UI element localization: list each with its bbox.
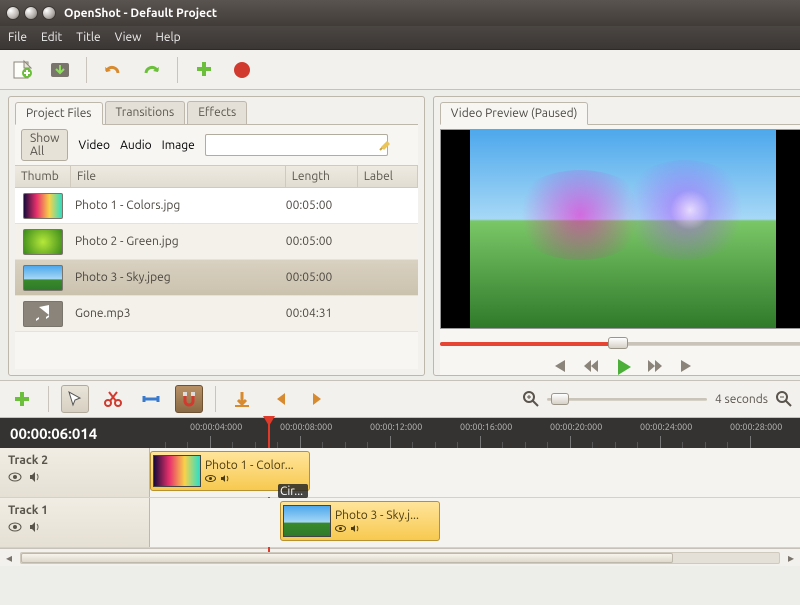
menu-title[interactable]: Title bbox=[76, 31, 100, 44]
prev-marker-button[interactable] bbox=[266, 385, 294, 413]
tab-project-files[interactable]: Project Files bbox=[15, 102, 103, 125]
menubar: File Edit Title View Help bbox=[0, 26, 800, 50]
speaker-icon[interactable] bbox=[28, 521, 42, 533]
speaker-icon bbox=[350, 524, 361, 533]
timeline-clip[interactable]: Photo 3 - Sky.j... bbox=[280, 501, 440, 541]
scroll-left-icon[interactable]: ◂ bbox=[0, 551, 18, 565]
tab-video-preview[interactable]: Video Preview (Paused) bbox=[440, 102, 589, 125]
track-header[interactable]: Track 1 bbox=[0, 498, 150, 547]
main-toolbar bbox=[0, 50, 800, 90]
file-row[interactable]: Photo 1 - Colors.jpg00:05:00 bbox=[15, 188, 418, 224]
seek-forward-icon[interactable] bbox=[646, 357, 664, 375]
filter-video[interactable]: Video bbox=[78, 139, 110, 152]
window-close-button[interactable] bbox=[6, 6, 20, 20]
menu-file[interactable]: File bbox=[8, 31, 27, 44]
preview-seek-slider[interactable] bbox=[440, 337, 800, 349]
resize-tool-button[interactable] bbox=[137, 385, 165, 413]
project-files-panel: Project Files Transitions Effects Show A… bbox=[8, 96, 425, 376]
add-track-button[interactable] bbox=[8, 385, 36, 413]
clear-filter-icon[interactable] bbox=[378, 138, 392, 152]
track-row: Track 1 Photo 3 - Sky.j... bbox=[0, 498, 800, 548]
play-icon[interactable] bbox=[614, 357, 632, 375]
seek-back-icon[interactable] bbox=[582, 357, 600, 375]
eye-icon bbox=[205, 474, 216, 483]
timeline-toolbar: 4 seconds bbox=[0, 380, 800, 418]
add-marker-button[interactable] bbox=[228, 385, 256, 413]
menu-edit[interactable]: Edit bbox=[41, 31, 62, 44]
tab-transitions[interactable]: Transitions bbox=[105, 101, 186, 124]
redo-button[interactable] bbox=[137, 56, 165, 84]
file-row-selected[interactable]: Photo 3 - Sky.jpeg00:05:00 bbox=[15, 260, 418, 296]
track-row: Track 2 Photo 1 - Color... bbox=[0, 448, 800, 498]
window-title: OpenShot - Default Project bbox=[64, 7, 217, 20]
video-preview-panel: Video Preview (Paused) bbox=[433, 96, 800, 376]
col-label[interactable]: Label bbox=[358, 166, 418, 187]
import-files-button[interactable] bbox=[190, 56, 218, 84]
filter-audio[interactable]: Audio bbox=[120, 139, 152, 152]
new-project-button[interactable] bbox=[8, 56, 36, 84]
filter-show-all[interactable]: Show All bbox=[21, 129, 68, 161]
filter-search-input[interactable] bbox=[205, 134, 388, 156]
col-thumb[interactable]: Thumb bbox=[15, 166, 71, 187]
eye-icon[interactable] bbox=[8, 521, 22, 533]
file-row[interactable]: Gone.mp300:04:31 bbox=[15, 296, 418, 332]
col-length[interactable]: Length bbox=[286, 166, 358, 187]
menu-help[interactable]: Help bbox=[155, 31, 180, 44]
titlebar: OpenShot - Default Project bbox=[0, 0, 800, 26]
filter-image[interactable]: Image bbox=[162, 139, 195, 152]
undo-button[interactable] bbox=[99, 56, 127, 84]
file-grid-header: Thumb File Length Label bbox=[15, 165, 418, 188]
razor-tool-button[interactable] bbox=[99, 385, 127, 413]
window-minimize-button[interactable] bbox=[24, 6, 38, 20]
speaker-icon[interactable] bbox=[28, 471, 42, 483]
seek-start-icon[interactable] bbox=[550, 357, 568, 375]
zoom-slider[interactable] bbox=[547, 393, 707, 405]
track-header[interactable]: Track 2 bbox=[0, 448, 150, 497]
col-file[interactable]: File bbox=[71, 166, 286, 187]
seek-end-icon[interactable] bbox=[678, 357, 696, 375]
zoom-in-icon[interactable] bbox=[523, 391, 539, 407]
playhead-timecode: 00:00:06:014 bbox=[0, 425, 150, 442]
zoom-label: 4 seconds bbox=[715, 393, 768, 406]
window-maximize-button[interactable] bbox=[42, 6, 56, 20]
transition-clip[interactable]: Cir... bbox=[278, 484, 308, 498]
next-marker-button[interactable] bbox=[304, 385, 332, 413]
video-preview-canvas[interactable] bbox=[440, 129, 800, 329]
file-row[interactable]: Photo 2 - Green.jpg00:05:00 bbox=[15, 224, 418, 260]
zoom-out-icon[interactable] bbox=[776, 391, 792, 407]
timeline-ruler[interactable]: 00:00:04:000 00:00:08:000 00:00:12:000 0… bbox=[150, 418, 800, 448]
snap-tool-button[interactable] bbox=[175, 385, 203, 413]
scroll-right-icon[interactable]: ▸ bbox=[782, 551, 800, 565]
eye-icon bbox=[335, 524, 346, 533]
select-tool-button[interactable] bbox=[61, 385, 89, 413]
tab-effects[interactable]: Effects bbox=[187, 101, 247, 124]
speaker-icon bbox=[220, 474, 231, 483]
save-project-button[interactable] bbox=[46, 56, 74, 84]
eye-icon[interactable] bbox=[8, 471, 22, 483]
menu-view[interactable]: View bbox=[115, 31, 142, 44]
timeline: 00:00:06:014 00:00:04:000 00:00:08:000 0… bbox=[0, 418, 800, 548]
timeline-scrollbar[interactable]: ◂ ▸ bbox=[0, 548, 800, 566]
record-button[interactable] bbox=[228, 56, 256, 84]
